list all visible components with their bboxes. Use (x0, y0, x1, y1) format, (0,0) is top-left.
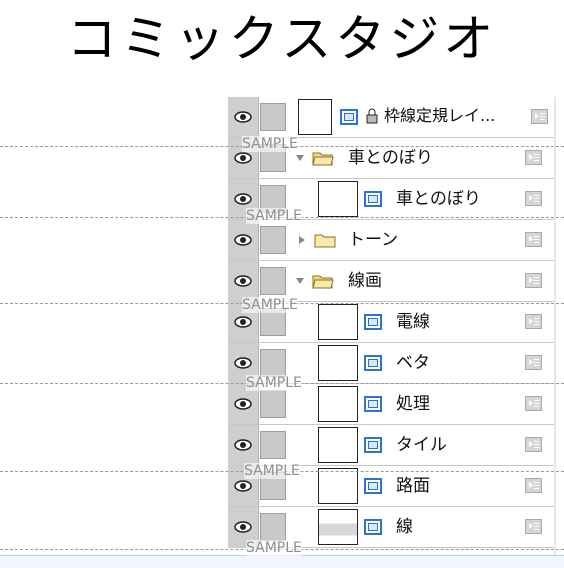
layer-name[interactable]: 路面 (396, 475, 430, 497)
panel-scroll-edge (554, 97, 556, 555)
layer-row-folder-tone[interactable]: トーン (228, 220, 554, 261)
visibility-toggle[interactable] (228, 97, 259, 137)
layer-name[interactable]: 電線 (396, 311, 430, 333)
sample-watermark: SAMPLE (242, 297, 298, 313)
layer-thumbnail (318, 304, 358, 340)
layer-name[interactable]: トーン (348, 229, 398, 251)
sample-watermark: SAMPLE (246, 375, 302, 391)
visibility-toggle[interactable] (228, 261, 259, 301)
layer-menu-icon[interactable] (525, 437, 542, 452)
layer-menu-icon[interactable] (525, 150, 542, 165)
layer-menu-icon[interactable] (525, 519, 542, 534)
folder-icon (314, 234, 336, 248)
layer-name[interactable]: 車とのぼり (348, 147, 433, 169)
layer-menu-icon[interactable] (525, 396, 542, 411)
bottom-bar (0, 555, 564, 568)
eye-icon (234, 234, 252, 246)
eye-icon (234, 275, 252, 287)
layer-name[interactable]: 線画 (348, 270, 382, 292)
expand-arrow-icon[interactable] (299, 236, 305, 244)
layer-row-folder-lineart[interactable]: 線画 (228, 261, 554, 302)
layer-name[interactable]: 枠線定規レイ... (384, 105, 495, 127)
layer-menu-icon[interactable] (525, 191, 542, 206)
layer-menu-icon[interactable] (525, 273, 542, 288)
layer-thumbnail (298, 99, 332, 135)
collapse-arrow-icon[interactable] (296, 278, 304, 284)
raster-layer-icon (364, 437, 382, 453)
layer-menu-icon[interactable] (525, 314, 542, 329)
raster-layer-icon (364, 478, 382, 494)
eye-icon (234, 439, 252, 451)
layer-name[interactable]: 処理 (396, 393, 430, 415)
eye-icon (234, 111, 252, 123)
raster-layer-icon (364, 314, 382, 330)
sample-watermark: SAMPLE (246, 208, 302, 224)
eye-icon (234, 357, 252, 369)
eye-icon (234, 193, 252, 205)
page-title: コミックスタジオ (66, 10, 498, 68)
layer-thumbnail (318, 509, 358, 545)
lock-toggle[interactable] (260, 431, 286, 459)
layer-thumbnail (318, 386, 358, 422)
layer-thumbnail (318, 468, 358, 504)
layer-name[interactable]: ベタ (396, 352, 430, 374)
raster-layer-icon (364, 355, 382, 371)
layer-row[interactable]: タイル (228, 425, 554, 466)
lock-toggle[interactable] (260, 390, 286, 418)
layer-name[interactable]: 車とのぼり (396, 188, 481, 210)
eye-icon (234, 152, 252, 164)
sample-watermark: SAMPLE (242, 136, 298, 152)
sample-watermark: SAMPLE (244, 463, 300, 479)
layer-row-ruler[interactable]: 枠線定規レイ... (228, 97, 554, 138)
lock-toggle[interactable] (260, 103, 286, 131)
raster-layer-icon (364, 519, 382, 535)
layer-thumbnail (318, 427, 358, 463)
open-folder-icon (312, 152, 334, 166)
lock-toggle[interactable] (260, 349, 286, 377)
eye-icon (234, 480, 252, 492)
lock-toggle[interactable] (260, 226, 286, 254)
layer-name[interactable]: タイル (396, 434, 447, 456)
layer-menu-icon[interactable] (531, 109, 548, 124)
raster-layer-icon (340, 109, 358, 125)
layer-panel: 枠線定規レイ... 車とのぼり 車とのぼり トーン 線画 電線 ベタ 処理 タイ… (228, 97, 554, 555)
layer-thumbnail (318, 345, 358, 381)
eye-icon (234, 521, 252, 533)
layer-thumbnail (318, 181, 358, 217)
layer-menu-icon[interactable] (525, 232, 542, 247)
eye-icon (234, 316, 252, 328)
collapse-arrow-icon[interactable] (296, 155, 304, 161)
open-folder-icon (312, 275, 334, 289)
eye-icon (234, 398, 252, 410)
layer-menu-icon[interactable] (525, 355, 542, 370)
padlock-icon (366, 108, 378, 124)
visibility-toggle[interactable] (228, 220, 259, 260)
raster-layer-icon (364, 191, 382, 207)
layer-name[interactable]: 線 (396, 516, 413, 538)
visibility-toggle[interactable] (228, 425, 259, 465)
layer-menu-icon[interactable] (525, 478, 542, 493)
lock-toggle[interactable] (260, 267, 286, 295)
raster-layer-icon (364, 396, 382, 412)
sample-watermark: SAMPLE (246, 540, 302, 556)
lock-toggle[interactable] (260, 513, 286, 541)
